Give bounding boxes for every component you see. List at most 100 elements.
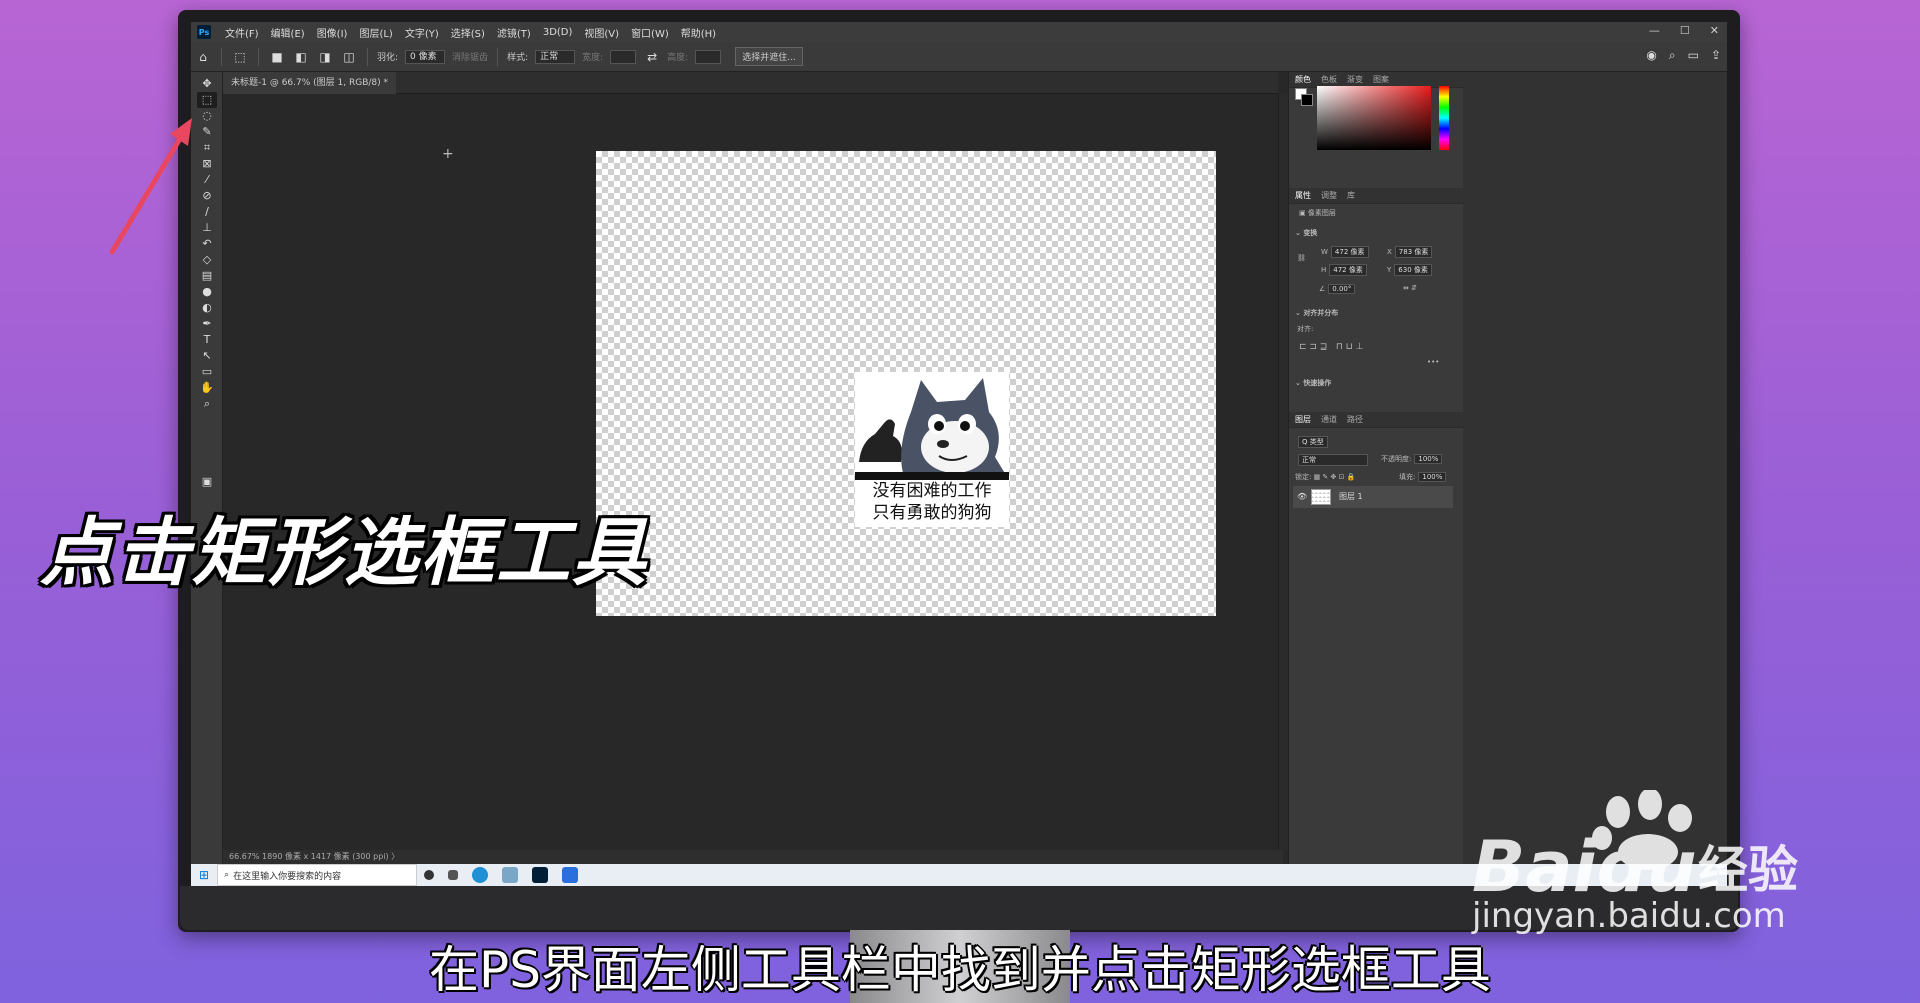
minimize-button[interactable]: — <box>1649 24 1660 37</box>
search-icon[interactable]: ⌕ <box>1669 48 1676 63</box>
select-and-mask-button[interactable]: 选择并遮住... <box>735 47 803 66</box>
y-value-input[interactable]: 630 像素 <box>1394 264 1432 276</box>
menu-image[interactable]: 图像(I) <box>311 25 354 40</box>
hand-tool-icon[interactable]: ✋ <box>197 380 217 396</box>
clone-stamp-tool-icon[interactable]: ⊥ <box>197 220 217 236</box>
eyedropper-tool-icon[interactable]: ⁄ <box>197 172 217 188</box>
menu-window[interactable]: 窗口(W) <box>625 25 675 40</box>
new-selection-icon[interactable]: ■ <box>269 49 285 65</box>
height-input[interactable] <box>695 49 722 64</box>
menu-select[interactable]: 选择(S) <box>445 25 491 40</box>
path-select-tool-icon[interactable]: ↖ <box>197 348 217 364</box>
share-icon[interactable]: ◉ <box>1646 48 1656 63</box>
tab-layers[interactable]: 图层 <box>1295 412 1311 427</box>
opacity-input[interactable]: 100% <box>1414 454 1443 464</box>
height-value-input[interactable]: 472 像素 <box>1329 264 1367 276</box>
quick-select-tool-icon[interactable]: ✎ <box>197 124 217 140</box>
flip-icons[interactable]: ⇹ ⇵ <box>1403 284 1417 292</box>
layers-panel-tabs: 图层 通道 路径 <box>1289 412 1464 428</box>
color-picker-field[interactable] <box>1317 86 1431 150</box>
type-tool-icon[interactable]: T <box>197 332 217 348</box>
width-field-row: W 472 像素 <box>1321 246 1369 258</box>
menu-view[interactable]: 视图(V) <box>578 25 625 40</box>
screen-mode-icon[interactable]: ▣ <box>197 474 217 490</box>
align-buttons-icon[interactable]: ⊏ ⊐ ⊒ ⊓ ⊔ ⊥ <box>1299 342 1364 352</box>
eraser-tool-icon[interactable]: ◇ <box>197 252 217 268</box>
tab-paths[interactable]: 路径 <box>1347 412 1363 427</box>
tab-properties[interactable]: 属性 <box>1295 188 1311 203</box>
width-input[interactable] <box>610 49 637 64</box>
photoshop-taskbar-icon[interactable] <box>532 867 549 883</box>
document-tab[interactable]: 未标题-1 @ 66.7% (图层 1, RGB/8) * <box>223 72 396 94</box>
red-arrow-pointer <box>109 118 192 255</box>
taskbar-search-box[interactable]: ⌕ 在这里输入你要搜索的内容 <box>217 864 418 886</box>
swap-icon[interactable]: ⇄ <box>644 49 660 65</box>
background-color-swatch[interactable] <box>1301 94 1313 106</box>
gradient-tool-icon[interactable]: ▤ <box>197 268 217 284</box>
menu-filter[interactable]: 滤镜(T) <box>491 25 537 40</box>
home-icon[interactable]: ⌂ <box>195 49 211 65</box>
frame-tool-icon[interactable]: ⊠ <box>197 156 217 172</box>
marquee-preset-icon[interactable]: ⬚ <box>232 49 248 65</box>
taskbar-search-placeholder: 在这里输入你要搜索的内容 <box>233 871 342 882</box>
pen-tool-icon[interactable]: ✒ <box>197 316 217 332</box>
antialias-checkbox[interactable]: 消除锯齿 <box>452 50 488 63</box>
menu-file[interactable]: 文件(F) <box>219 25 265 40</box>
tab-patterns[interactable]: 图案 <box>1373 72 1389 87</box>
dodge-tool-icon[interactable]: ◐ <box>197 300 217 316</box>
menu-help[interactable]: 帮助(H) <box>675 25 722 40</box>
x-value-input[interactable]: 783 像素 <box>1394 246 1433 258</box>
healing-brush-tool-icon[interactable]: ⊘ <box>197 188 217 204</box>
hue-slider[interactable] <box>1439 86 1449 150</box>
zoom-tool-icon[interactable]: ⌕ <box>197 396 217 412</box>
file-explorer-icon[interactable] <box>502 867 519 883</box>
maximize-button[interactable]: ☐ <box>1680 24 1690 37</box>
edge-browser-icon[interactable] <box>472 867 489 883</box>
rectangle-tool-icon[interactable]: ▭ <box>197 364 217 380</box>
dog-meme-image[interactable]: 没有困难的工作 只有勇敢的狗狗 <box>855 372 1009 527</box>
tab-swatches[interactable]: 色板 <box>1321 72 1337 87</box>
add-selection-icon[interactable]: ◧ <box>293 49 309 65</box>
tab-color[interactable]: 颜色 <box>1295 72 1311 87</box>
quick-actions-section[interactable]: ⌄ 快速操作 <box>1295 378 1331 388</box>
brush-tool-icon[interactable]: ∕ <box>197 204 217 220</box>
style-select[interactable]: 正常 <box>535 49 576 64</box>
menu-3d[interactable]: 3D(D) <box>537 27 579 38</box>
windows-start-icon[interactable]: ⊞ <box>199 868 209 882</box>
blur-tool-icon[interactable]: ● <box>197 284 217 300</box>
layer-1-row[interactable]: 👁 图层 1 <box>1293 486 1453 508</box>
history-brush-tool-icon[interactable]: ↶ <box>197 236 217 252</box>
blend-mode-select[interactable]: 正常 <box>1295 454 1368 466</box>
angle-input[interactable]: 0.00° <box>1328 284 1356 294</box>
menu-type[interactable]: 文字(Y) <box>399 25 445 40</box>
filter-kind-select[interactable]: Q 类型 <box>1295 436 1328 448</box>
task-view-icon[interactable] <box>448 870 459 880</box>
crop-tool-icon[interactable]: ⌗ <box>197 140 217 156</box>
subtract-selection-icon[interactable]: ◨ <box>317 49 333 65</box>
link-icon[interactable]: ⛓ <box>1297 254 1306 262</box>
intersect-selection-icon[interactable]: ◫ <box>341 49 357 65</box>
tab-adjustments[interactable]: 调整 <box>1321 188 1337 203</box>
lasso-tool-icon[interactable]: ◌ <box>197 108 217 124</box>
workspace-icon[interactable]: ▭ <box>1688 48 1699 63</box>
transform-section[interactable]: ⌄ 变换 <box>1295 228 1317 238</box>
cortana-icon[interactable] <box>424 870 435 880</box>
tab-libraries[interactable]: 库 <box>1347 188 1355 203</box>
move-tool-icon[interactable]: ✥ <box>197 76 217 92</box>
close-button[interactable]: ✕ <box>1710 24 1719 37</box>
tab-channels[interactable]: 通道 <box>1321 412 1337 427</box>
vertical-scrollbar[interactable] <box>1278 94 1288 850</box>
menu-edit[interactable]: 编辑(E) <box>265 25 311 40</box>
rectangular-marquee-tool-icon[interactable]: ⬚ <box>197 92 217 108</box>
fill-input[interactable]: 100% <box>1418 472 1447 482</box>
visibility-eye-icon[interactable]: 👁 <box>1297 486 1307 508</box>
align-section[interactable]: ⌄ 对齐并分布 <box>1295 308 1338 318</box>
tab-gradients[interactable]: 渐变 <box>1347 72 1363 87</box>
feather-input[interactable]: 0 像素 <box>405 49 446 64</box>
export-icon[interactable]: ⇪ <box>1711 48 1721 63</box>
width-value-input[interactable]: 472 像素 <box>1330 246 1369 258</box>
app-taskbar-icon[interactable] <box>562 867 579 883</box>
more-options-icon[interactable]: ••• <box>1427 358 1439 366</box>
layer-name: 图层 1 <box>1339 492 1363 501</box>
menu-layer[interactable]: 图层(L) <box>353 25 398 40</box>
